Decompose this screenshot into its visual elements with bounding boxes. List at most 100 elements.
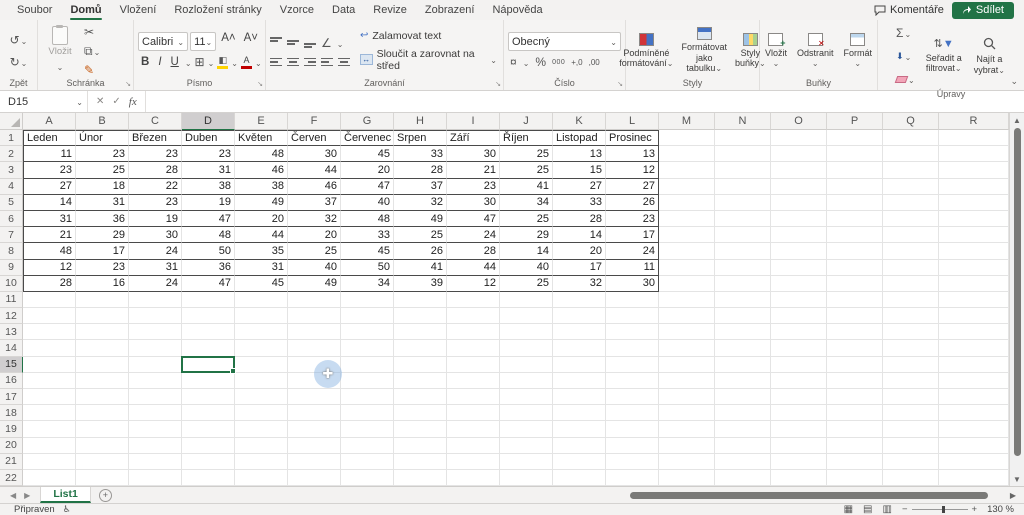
cell-J9[interactable]: 40 bbox=[500, 259, 553, 276]
cell-E6[interactable]: 20 bbox=[235, 210, 288, 228]
cell-J1[interactable]: Říjen bbox=[500, 130, 553, 147]
cell-R13[interactable] bbox=[939, 324, 1009, 341]
menu-vlozeni[interactable]: Vložení bbox=[111, 0, 166, 20]
cell-G10[interactable]: 34 bbox=[341, 275, 394, 292]
cell-K21[interactable] bbox=[553, 453, 606, 470]
cell-R3[interactable] bbox=[939, 162, 1009, 179]
comments-button[interactable]: Komentáře bbox=[874, 4, 944, 16]
cell-E4[interactable]: 38 bbox=[235, 178, 288, 195]
cell-O11[interactable] bbox=[771, 291, 827, 309]
cell-G6[interactable]: 48 bbox=[341, 210, 394, 228]
cell-N11[interactable] bbox=[715, 291, 771, 309]
cell-L19[interactable] bbox=[606, 421, 659, 438]
cell-E14[interactable] bbox=[235, 340, 288, 357]
vertical-scrollbar[interactable]: ▲ ▼ bbox=[1009, 113, 1024, 486]
cell-I14[interactable] bbox=[447, 340, 500, 357]
cell-D13[interactable] bbox=[182, 324, 235, 341]
cell-M8[interactable] bbox=[659, 243, 715, 260]
decrease-font-button[interactable]: A˅ bbox=[241, 32, 261, 51]
cell-I11[interactable] bbox=[447, 291, 500, 309]
column-header-E[interactable]: E bbox=[235, 113, 288, 130]
row-header-10[interactable]: 10 bbox=[0, 275, 23, 292]
cell-P1[interactable] bbox=[827, 130, 883, 147]
cell-M20[interactable] bbox=[659, 437, 715, 454]
cell-F2[interactable]: 30 bbox=[288, 146, 341, 163]
cell-H12[interactable] bbox=[394, 308, 447, 325]
cell-B2[interactable]: 23 bbox=[76, 146, 129, 163]
cell-Q8[interactable] bbox=[883, 243, 939, 260]
cell-I13[interactable] bbox=[447, 324, 500, 341]
cell-J18[interactable] bbox=[500, 405, 553, 422]
add-sheet-button[interactable]: + bbox=[91, 487, 120, 503]
cut-button[interactable]: ✂ bbox=[82, 25, 102, 39]
cell-H10[interactable]: 39 bbox=[394, 275, 447, 292]
accessibility-icon[interactable]: ♿ bbox=[63, 504, 71, 515]
cell-Q6[interactable] bbox=[883, 210, 939, 228]
cell-R17[interactable] bbox=[939, 389, 1009, 406]
cell-O6[interactable] bbox=[771, 210, 827, 228]
cell-P2[interactable] bbox=[827, 146, 883, 163]
cell-J3[interactable]: 25 bbox=[500, 162, 553, 179]
cell-K9[interactable]: 17 bbox=[553, 259, 606, 276]
cell-E9[interactable]: 31 bbox=[235, 259, 288, 276]
cell-H4[interactable]: 37 bbox=[394, 178, 447, 195]
cell-C4[interactable]: 22 bbox=[129, 178, 182, 195]
row-header-22[interactable]: 22 bbox=[0, 469, 23, 486]
undo-button[interactable]: ↺ bbox=[8, 30, 30, 50]
increase-decimal-icon[interactable]: +,0 bbox=[571, 58, 582, 67]
cell-L21[interactable] bbox=[606, 453, 659, 470]
cell-D10[interactable]: 47 bbox=[182, 275, 235, 292]
cell-J13[interactable] bbox=[500, 324, 553, 341]
cell-G9[interactable]: 50 bbox=[341, 259, 394, 276]
cell-D22[interactable] bbox=[182, 469, 235, 486]
cell-P20[interactable] bbox=[827, 437, 883, 454]
cell-O10[interactable] bbox=[771, 275, 827, 292]
column-header-O[interactable]: O bbox=[771, 113, 827, 130]
cell-R7[interactable] bbox=[939, 227, 1009, 244]
cell-F1[interactable]: Červen bbox=[288, 130, 341, 147]
cell-O16[interactable] bbox=[771, 372, 827, 389]
find-select-button[interactable]: Najít a vybrat bbox=[971, 36, 1008, 76]
cell-L17[interactable] bbox=[606, 389, 659, 406]
cell-G11[interactable] bbox=[341, 291, 394, 309]
cell-N2[interactable] bbox=[715, 146, 771, 163]
cell-E20[interactable] bbox=[235, 437, 288, 454]
cell-K22[interactable] bbox=[553, 469, 606, 486]
cell-J22[interactable] bbox=[500, 469, 553, 486]
copy-button[interactable]: ⧉ bbox=[82, 41, 102, 61]
cell-I4[interactable]: 23 bbox=[447, 178, 500, 195]
format-cells-button[interactable]: Formát bbox=[841, 32, 876, 70]
cell-Q19[interactable] bbox=[883, 421, 939, 438]
cell-O18[interactable] bbox=[771, 405, 827, 422]
cell-C6[interactable]: 19 bbox=[129, 210, 182, 228]
cell-Q11[interactable] bbox=[883, 291, 939, 309]
cell-R22[interactable] bbox=[939, 469, 1009, 486]
cell-R8[interactable] bbox=[939, 243, 1009, 260]
cell-P8[interactable] bbox=[827, 243, 883, 260]
number-format-select[interactable]: Obecný bbox=[508, 32, 621, 51]
cell-B6[interactable]: 36 bbox=[76, 210, 129, 228]
column-header-K[interactable]: K bbox=[553, 113, 606, 130]
cell-H8[interactable]: 26 bbox=[394, 243, 447, 260]
font-size-select[interactable]: 11 bbox=[190, 32, 217, 51]
cell-K5[interactable]: 33 bbox=[553, 194, 606, 211]
cell-D6[interactable]: 47 bbox=[182, 210, 235, 228]
column-header-B[interactable]: B bbox=[76, 113, 129, 130]
cell-D18[interactable] bbox=[182, 405, 235, 422]
menu-vzorce[interactable]: Vzorce bbox=[271, 0, 323, 20]
menu-rozlozeni-stranky[interactable]: Rozložení stránky bbox=[165, 0, 270, 20]
cell-B4[interactable]: 18 bbox=[76, 178, 129, 195]
cell-B17[interactable] bbox=[76, 389, 129, 406]
cell-I20[interactable] bbox=[447, 437, 500, 454]
cell-O22[interactable] bbox=[771, 469, 827, 486]
cell-L7[interactable]: 17 bbox=[606, 227, 659, 244]
cell-D8[interactable]: 50 bbox=[182, 243, 235, 260]
cell-J2[interactable]: 25 bbox=[500, 146, 553, 163]
cell-Q15[interactable] bbox=[883, 356, 939, 373]
cell-E7[interactable]: 44 bbox=[235, 227, 288, 244]
cell-P11[interactable] bbox=[827, 291, 883, 309]
cell-N7[interactable] bbox=[715, 227, 771, 244]
cell-C12[interactable] bbox=[129, 308, 182, 325]
cell-D7[interactable]: 48 bbox=[182, 227, 235, 244]
cell-H5[interactable]: 32 bbox=[394, 194, 447, 211]
